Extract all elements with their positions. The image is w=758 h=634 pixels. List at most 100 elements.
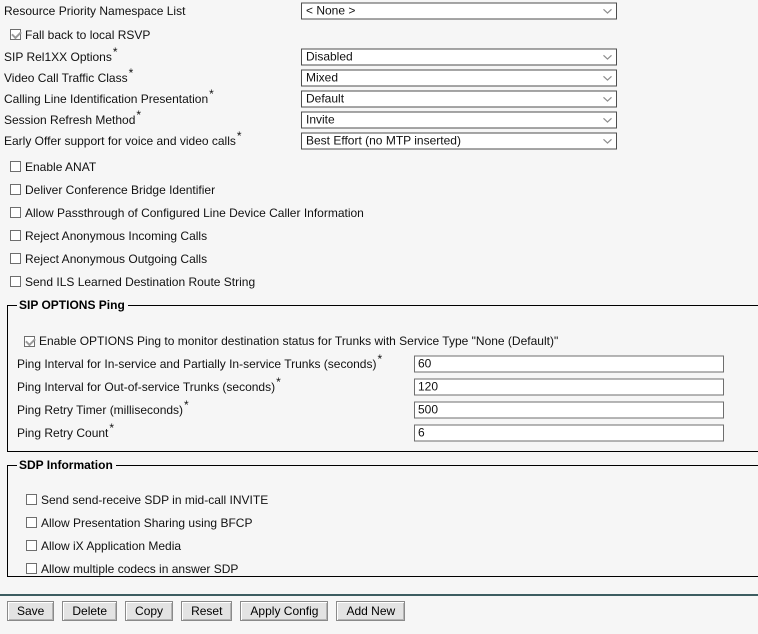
field-row-ping-interval-in-service: Ping Interval for In-service and Partial… xyxy=(8,353,757,374)
checkbox-row-reject-anonymous-outgoing-calls: Reject Anonymous Outgoing Calls xyxy=(0,247,758,270)
calling-line-identification-presentation-label: Calling Line Identification Presentation… xyxy=(4,86,214,106)
field-row-session-refresh-method: Session Refresh Method* Invite xyxy=(0,109,758,130)
chevron-down-icon xyxy=(601,71,614,84)
session-refresh-method-label: Session Refresh Method* xyxy=(4,107,142,127)
send-send-receive-sdp-mid-call-invite-label: Send send-receive SDP in mid-call INVITE xyxy=(41,492,269,507)
checkbox-row-allow-multiple-codecs-answer-sdp: Allow multiple codecs in answer SDP xyxy=(18,557,268,580)
enable-anat-checkbox[interactable] xyxy=(10,161,21,172)
sip-options-ping-fieldset: SIP OPTIONS Ping Enable OPTIONS Ping to … xyxy=(7,298,758,452)
save-button[interactable]: Save xyxy=(7,601,55,621)
allow-passthrough-caller-information-checkbox[interactable] xyxy=(10,207,21,218)
sdp-information-fieldset: SDP Information Send send-receive SDP in… xyxy=(7,458,758,577)
required-asterisk: * xyxy=(128,65,134,80)
required-asterisk: * xyxy=(236,128,242,143)
fall-back-to-local-rsvp-label: Fall back to local RSVP xyxy=(25,27,151,42)
reject-anonymous-outgoing-calls-checkbox[interactable] xyxy=(10,253,21,264)
required-asterisk: * xyxy=(112,44,118,59)
footer-divider xyxy=(0,594,758,596)
chevron-down-icon xyxy=(601,134,614,147)
session-refresh-method-select[interactable]: Invite xyxy=(301,111,617,128)
enable-options-ping-checkbox[interactable] xyxy=(24,335,35,347)
sip-options-ping-legend: SIP OPTIONS Ping xyxy=(19,298,125,312)
checkbox-row-allow-passthrough-caller-information: Allow Passthrough of Configured Line Dev… xyxy=(0,201,758,224)
deliver-conference-bridge-identifier-label: Deliver Conference Bridge Identifier xyxy=(25,182,216,197)
allow-presentation-sharing-bfcp-label: Allow Presentation Sharing using BFCP xyxy=(41,515,253,530)
allow-ix-application-media-checkbox[interactable] xyxy=(26,540,37,551)
calling-line-identification-presentation-selected-value: Default xyxy=(306,91,345,105)
video-call-traffic-class-label: Video Call Traffic Class* xyxy=(4,65,134,85)
checkbox-row-reject-anonymous-incoming-calls: Reject Anonymous Incoming Calls xyxy=(0,224,758,247)
ping-interval-in-service-input[interactable] xyxy=(414,355,724,372)
send-ils-learned-destination-route-string-checkbox[interactable] xyxy=(10,276,21,287)
chevron-down-icon xyxy=(601,50,614,63)
required-asterisk: * xyxy=(184,397,189,412)
reset-button[interactable]: Reset xyxy=(181,601,233,621)
reject-anonymous-incoming-calls-label: Reject Anonymous Incoming Calls xyxy=(25,228,208,243)
enable-anat-label: Enable ANAT xyxy=(25,159,97,174)
chevron-down-icon xyxy=(601,4,614,17)
required-asterisk: * xyxy=(136,107,142,122)
early-offer-support-select[interactable]: Best Effort (no MTP inserted) xyxy=(301,132,617,149)
enable-options-ping-label: Enable OPTIONS Ping to monitor destinati… xyxy=(39,334,559,348)
sip-rel1xx-options-select[interactable]: Disabled xyxy=(301,48,617,65)
reject-anonymous-incoming-calls-checkbox[interactable] xyxy=(10,230,21,241)
deliver-conference-bridge-identifier-checkbox[interactable] xyxy=(10,184,21,195)
send-ils-learned-destination-route-string-label: Send ILS Learned Destination Route Strin… xyxy=(25,274,256,289)
sip-trunk-configuration-page: Resource Priority Namespace List < None >… xyxy=(0,0,758,634)
footer-button-bar: Save Delete Copy Reset Apply Config Add New xyxy=(0,601,758,621)
checkbox-row-allow-ix-application-media: Allow iX Application Media xyxy=(18,534,268,557)
early-offer-support-selected-value: Best Effort (no MTP inserted) xyxy=(306,133,461,147)
required-asterisk: * xyxy=(209,86,214,101)
add-new-button[interactable]: Add New xyxy=(336,601,406,621)
checkbox-row-enable-options-ping: Enable OPTIONS Ping to monitor destinati… xyxy=(16,331,558,351)
checkbox-row-send-send-receive-sdp-mid-call-invite: Send send-receive SDP in mid-call INVITE xyxy=(18,488,268,511)
required-asterisk: * xyxy=(109,420,115,435)
resource-priority-namespace-list-label: Resource Priority Namespace List xyxy=(4,3,186,18)
option-checkboxes-section: Enable ANAT Deliver Conference Bridge Ide… xyxy=(0,155,758,293)
field-row-calling-line-identification-presentation: Calling Line Identification Presentation… xyxy=(0,88,758,109)
allow-ix-application-media-label: Allow iX Application Media xyxy=(41,538,182,553)
ping-retry-count-label: Ping Retry Count* xyxy=(17,420,115,440)
video-call-traffic-class-select[interactable]: Mixed xyxy=(301,69,617,86)
checkbox-row-allow-presentation-sharing-bfcp: Allow Presentation Sharing using BFCP xyxy=(18,511,268,534)
session-refresh-method-selected-value: Invite xyxy=(306,112,335,126)
field-row-early-offer-support: Early Offer support for voice and video … xyxy=(0,130,758,151)
field-row-ping-retry-timer: Ping Retry Timer (milliseconds)* xyxy=(8,399,757,420)
field-row-ping-interval-out-of-service: Ping Interval for Out-of-service Trunks … xyxy=(8,376,757,397)
ping-interval-out-of-service-input[interactable] xyxy=(414,378,724,395)
ping-retry-count-input[interactable] xyxy=(414,424,724,441)
allow-multiple-codecs-answer-sdp-checkbox[interactable] xyxy=(26,563,37,574)
field-row-video-call-traffic-class: Video Call Traffic Class* Mixed xyxy=(0,67,758,88)
calling-line-identification-presentation-select[interactable]: Default xyxy=(301,90,617,107)
video-call-traffic-class-selected-value: Mixed xyxy=(306,70,339,84)
delete-button[interactable]: Delete xyxy=(62,601,118,621)
field-row-sip-rel1xx-options: SIP Rel1XX Options* Disabled xyxy=(0,46,758,67)
fall-back-to-local-rsvp-checkbox[interactable] xyxy=(10,29,21,40)
checkbox-row-deliver-conference-bridge-identifier: Deliver Conference Bridge Identifier xyxy=(0,178,758,201)
sip-rel1xx-options-label: SIP Rel1XX Options* xyxy=(4,44,118,64)
early-offer-support-label: Early Offer support for voice and video … xyxy=(4,128,242,148)
checkbox-row-fall-back-to-local-rsvp: Fall back to local RSVP xyxy=(0,24,150,45)
copy-button[interactable]: Copy xyxy=(125,601,174,621)
ping-interval-out-of-service-label: Ping Interval for Out-of-service Trunks … xyxy=(17,374,281,394)
allow-presentation-sharing-bfcp-checkbox[interactable] xyxy=(26,517,37,528)
allow-passthrough-caller-information-label: Allow Passthrough of Configured Line Dev… xyxy=(25,205,364,220)
ping-retry-timer-label: Ping Retry Timer (milliseconds)* xyxy=(17,397,189,417)
resource-priority-namespace-list-select[interactable]: < None > xyxy=(301,2,617,19)
chevron-down-icon xyxy=(601,113,614,126)
sdp-information-content: Send send-receive SDP in mid-call INVITE… xyxy=(18,488,268,580)
field-row-resource-priority-namespace-list: Resource Priority Namespace List < None > xyxy=(0,0,758,21)
required-asterisk: * xyxy=(276,374,281,389)
required-asterisk: * xyxy=(377,351,383,366)
checkbox-row-enable-anat: Enable ANAT xyxy=(0,155,758,178)
send-send-receive-sdp-mid-call-invite-checkbox[interactable] xyxy=(26,494,37,505)
checkbox-row-send-ils-learned-destination-route-string: Send ILS Learned Destination Route Strin… xyxy=(0,270,758,293)
reject-anonymous-outgoing-calls-label: Reject Anonymous Outgoing Calls xyxy=(25,251,208,266)
sdp-information-legend: SDP Information xyxy=(19,458,113,472)
resource-priority-namespace-list-selected-value: < None > xyxy=(306,3,356,17)
apply-config-button[interactable]: Apply Config xyxy=(240,601,329,621)
field-row-ping-retry-count: Ping Retry Count* xyxy=(8,422,757,443)
chevron-down-icon xyxy=(601,92,614,105)
ping-retry-timer-input[interactable] xyxy=(414,401,724,418)
ping-interval-in-service-label: Ping Interval for In-service and Partial… xyxy=(17,351,383,371)
